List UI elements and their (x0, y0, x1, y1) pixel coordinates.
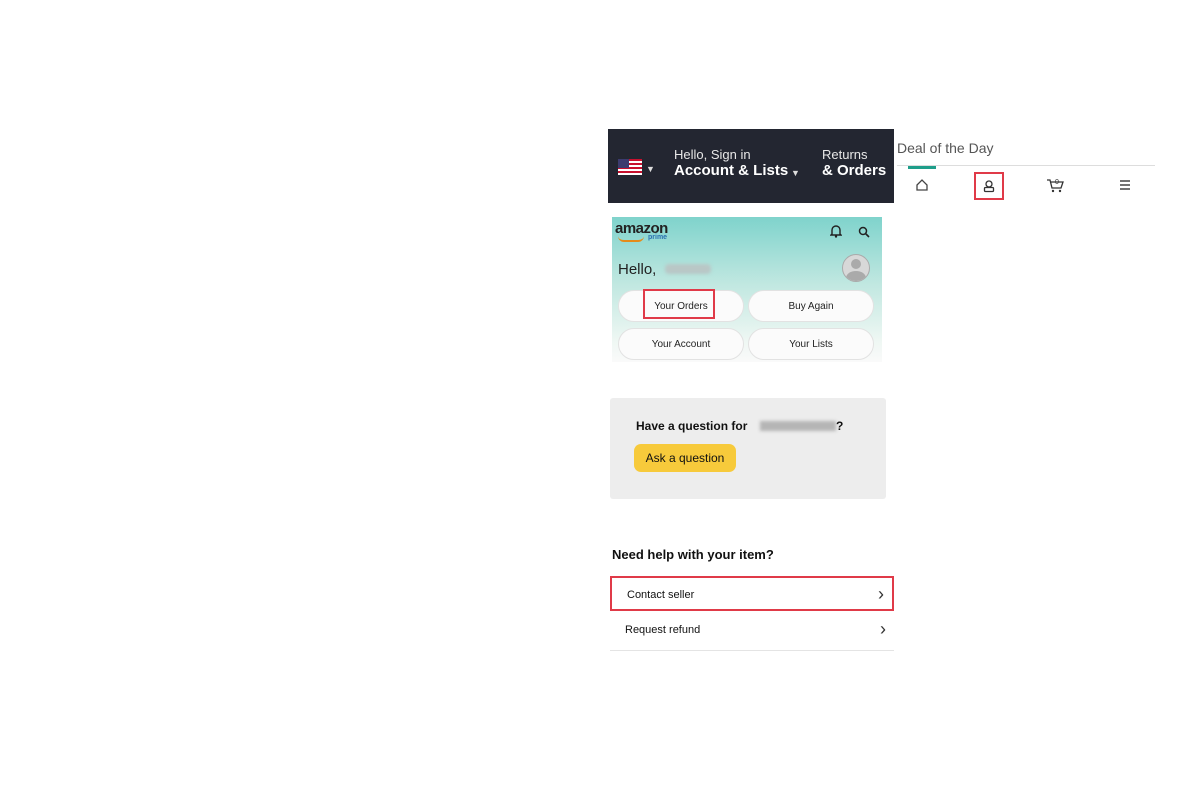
chevron-down-icon[interactable]: ▼ (791, 168, 800, 178)
cart-count: 0 (1055, 179, 1059, 186)
account-icon[interactable] (974, 172, 1004, 200)
your-orders-highlight (643, 289, 715, 319)
bell-icon[interactable] (829, 224, 843, 243)
request-refund-label: Request refund (625, 624, 701, 636)
menu-icon[interactable] (1112, 172, 1138, 198)
redacted-seller-name (760, 421, 836, 431)
help-section-title: Need help with your item? (612, 547, 774, 562)
cart-icon[interactable]: 0 (1043, 172, 1069, 198)
prime-label: prime (648, 234, 668, 241)
ask-question-button[interactable]: Ask a question (634, 444, 736, 472)
buy-again-button[interactable]: Buy Again (748, 290, 874, 322)
us-flag-icon[interactable] (618, 159, 642, 175)
your-lists-button[interactable]: Your Lists (748, 328, 874, 360)
chevron-right-icon: › (878, 584, 884, 604)
amazon-smile-icon (618, 236, 644, 242)
hello-sign-in-label[interactable]: Hello, Sign in (674, 147, 751, 162)
contact-seller-row[interactable]: Contact seller › (610, 576, 894, 611)
question-text: Have a question for (636, 419, 748, 433)
greeting-text: Hello, (618, 261, 657, 278)
divider (610, 650, 894, 651)
your-account-button[interactable]: Your Account (618, 328, 744, 360)
request-refund-row[interactable]: Request refund › (610, 613, 894, 648)
contact-seller-label: Contact seller (627, 589, 695, 601)
orders-link[interactable]: & Orders (822, 162, 886, 179)
redacted-username (665, 264, 711, 274)
avatar[interactable] (842, 254, 870, 282)
home-icon[interactable] (909, 172, 935, 198)
returns-label[interactable]: Returns (822, 147, 868, 162)
chevron-down-icon[interactable]: ▼ (646, 164, 655, 174)
deal-of-the-day-link[interactable]: Deal of the Day (897, 140, 994, 156)
search-icon[interactable] (858, 225, 870, 243)
account-lists-link[interactable]: Account & Lists (674, 162, 788, 179)
question-card: Have a question for ? Ask a question (610, 398, 886, 499)
chevron-right-icon: › (880, 619, 886, 639)
desktop-nav-bar: ▼ Hello, Sign in Account & Lists ▼ Retur… (608, 129, 894, 203)
active-tab-indicator (908, 166, 936, 169)
question-mark: ? (836, 419, 844, 433)
